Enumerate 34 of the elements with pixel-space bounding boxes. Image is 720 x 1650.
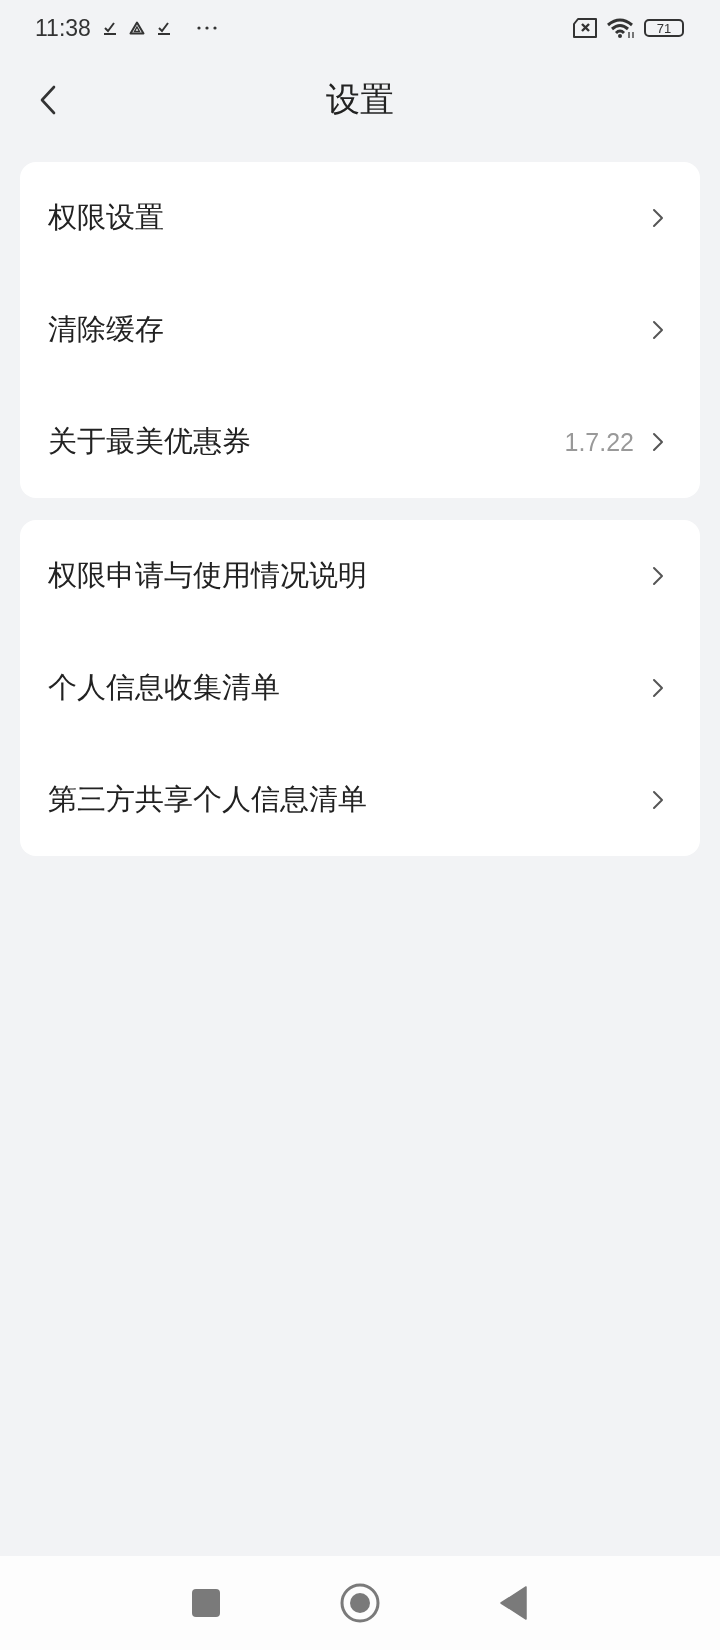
chevron-icon — [652, 790, 664, 810]
wifi-icon — [606, 17, 636, 39]
version-text: 1.7.22 — [564, 427, 634, 457]
home-button[interactable] — [340, 1583, 380, 1623]
nav-back-button[interactable] — [500, 1586, 528, 1620]
back-icon — [40, 85, 56, 115]
download-icon — [156, 20, 171, 36]
chevron-icon — [652, 320, 664, 340]
page-title: 设置 — [326, 78, 394, 121]
item-label: 第三方共享个人信息清单 — [48, 781, 367, 818]
settings-item[interactable]: 清除缓存 — [20, 274, 700, 386]
item-label: 个人信息收集清单 — [48, 669, 280, 706]
triangle-icon — [128, 20, 145, 36]
home-icon — [340, 1583, 380, 1623]
settings-item[interactable]: 关于最美优惠券 1.7.22 — [20, 386, 700, 498]
settings-item[interactable]: 权限设置 — [20, 162, 700, 274]
settings-item[interactable]: 权限申请与使用情况说明 — [20, 520, 700, 632]
chevron-icon — [652, 208, 664, 228]
chevron-icon — [652, 566, 664, 586]
status-time: 11:38 — [35, 14, 91, 42]
item-label: 关于最美优惠券 — [48, 423, 251, 460]
battery-level: 71 — [656, 20, 672, 36]
chevron-icon — [652, 432, 664, 452]
triangle-icon — [500, 1586, 528, 1620]
item-label: 清除缓存 — [48, 311, 164, 348]
settings-item[interactable]: 个人信息收集清单 — [20, 632, 700, 744]
more-icon — [196, 26, 217, 30]
sim-icon — [572, 18, 598, 38]
download-icon — [102, 20, 117, 36]
item-label: 权限设置 — [48, 199, 164, 236]
settings-item[interactable]: 第三方共享个人信息清单 — [20, 744, 700, 856]
square-icon — [192, 1589, 220, 1617]
chevron-icon — [652, 678, 664, 698]
item-label: 权限申请与使用情况说明 — [48, 557, 367, 594]
